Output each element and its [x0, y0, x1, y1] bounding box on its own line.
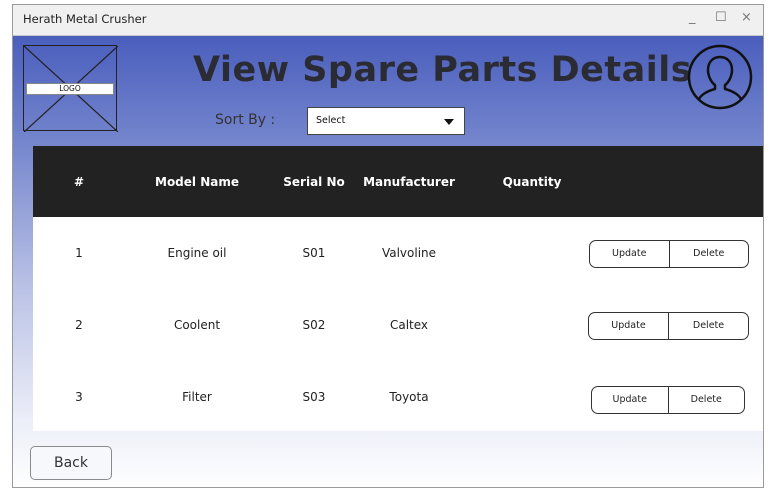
row-actions: Update Delete: [591, 386, 745, 414]
delete-button[interactable]: Delete: [668, 313, 748, 339]
cell-number: 1: [75, 246, 83, 260]
chevron-down-icon: [444, 119, 454, 125]
spare-parts-table: # Model Name Serial No Manufacturer Quan…: [33, 146, 763, 431]
sort-by-select[interactable]: Select: [307, 107, 465, 135]
cell-serial-no: S02: [302, 318, 326, 332]
cell-number: 3: [75, 390, 83, 404]
table-row: 3 Filter S03 Toyota Update Delete: [33, 361, 763, 433]
cell-manufacturer: Toyota: [389, 390, 429, 404]
update-button[interactable]: Update: [589, 313, 668, 339]
column-header-manufacturer: Manufacturer: [363, 175, 455, 189]
page-title: View Spare Parts Details: [193, 50, 693, 90]
update-button[interactable]: Update: [592, 387, 668, 413]
window-title: Herath Metal Crusher: [23, 12, 147, 26]
maximize-button[interactable]: ☐: [715, 10, 727, 25]
cell-model-name: Filter: [182, 390, 212, 404]
title-bar: Herath Metal Crusher _ ☐ ×: [13, 5, 763, 36]
table-header: # Model Name Serial No Manufacturer Quan…: [33, 146, 763, 217]
column-header-number: #: [73, 175, 85, 189]
cell-number: 2: [75, 318, 83, 332]
sort-selected-value: Select: [316, 115, 346, 126]
row-actions: Update Delete: [588, 312, 749, 340]
cell-manufacturer: Valvoline: [381, 246, 437, 260]
main-content: LOGO View Spare Parts Details Sort By : …: [13, 36, 763, 487]
logo-label: LOGO: [26, 83, 114, 95]
row-actions: Update Delete: [589, 240, 749, 268]
cell-model-name: Coolent: [173, 318, 221, 332]
column-header-model-name: Model Name: [155, 175, 239, 189]
cell-manufacturer: Caltex: [389, 318, 429, 332]
column-header-serial-no: Serial No: [283, 175, 345, 189]
user-avatar-icon[interactable]: [687, 44, 753, 110]
delete-button[interactable]: Delete: [668, 241, 749, 267]
minimize-button[interactable]: _: [689, 10, 696, 25]
close-button[interactable]: ×: [741, 10, 752, 25]
delete-button[interactable]: Delete: [667, 387, 745, 413]
table-row: 1 Engine oil S01 Valvoline Update Delete: [33, 217, 763, 289]
cell-model-name: Engine oil: [167, 246, 227, 260]
sort-by-label: Sort By :: [215, 112, 276, 128]
logo-placeholder: LOGO: [23, 45, 118, 132]
cell-serial-no: S01: [302, 246, 326, 260]
app-window: Herath Metal Crusher _ ☐ × LOGO View Spa…: [12, 4, 764, 488]
cell-serial-no: S03: [302, 390, 326, 404]
back-button[interactable]: Back: [30, 446, 112, 480]
table-row: 2 Coolent S02 Caltex Update Delete: [33, 289, 763, 361]
update-button[interactable]: Update: [590, 241, 669, 267]
column-header-quantity: Quantity: [502, 175, 562, 189]
